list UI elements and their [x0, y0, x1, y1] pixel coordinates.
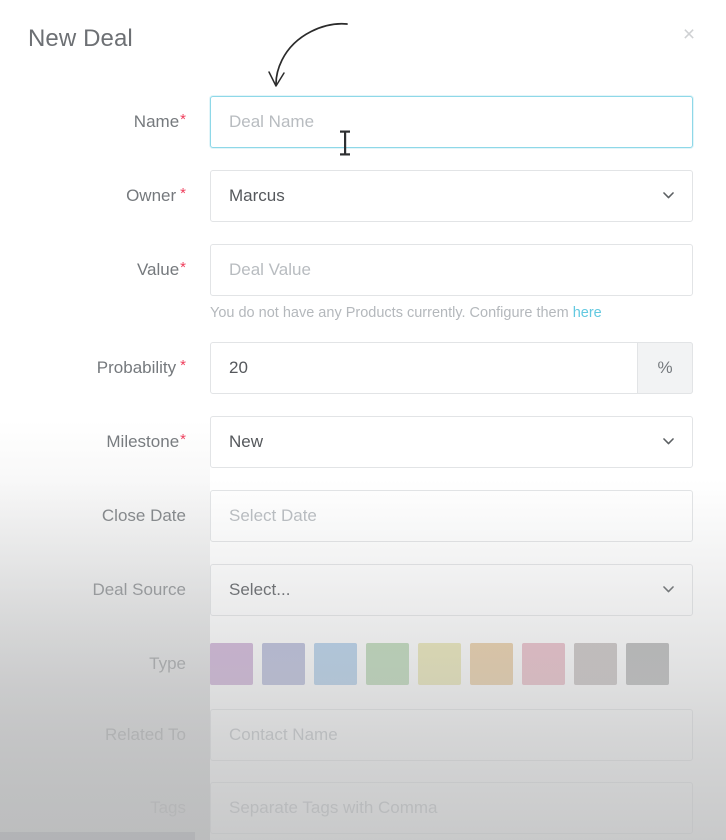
label-name: Name * — [0, 96, 186, 148]
label-value: Value * — [0, 244, 186, 296]
label-text-close_date: Close Date — [101, 506, 186, 525]
required-indicator-probability: * — [180, 356, 186, 374]
value-placeholder: Deal Value — [229, 260, 311, 279]
form-row-probability: Probability * 20% — [0, 342, 726, 394]
milestone-value: New — [229, 432, 264, 451]
page-title: New Deal — [28, 25, 133, 52]
probability-value: 20 — [229, 358, 248, 377]
label-owner: Owner * — [0, 170, 186, 222]
swatch-pink[interactable] — [522, 643, 565, 685]
related_to-input[interactable]: Contact Name — [210, 709, 693, 761]
swatch-purple[interactable] — [210, 643, 253, 685]
label-text-probability: Probability — [96, 358, 177, 377]
label-tags: Tags — [0, 782, 186, 834]
swatch-yellow[interactable] — [418, 643, 461, 685]
label-close_date: Close Date — [0, 490, 186, 542]
form-row-deal_source: Deal Source Select... — [0, 564, 726, 616]
required-indicator-milestone: * — [180, 430, 186, 448]
new-deal-modal: New Deal × Name * Deal Name Owner * Marcus Val… — [0, 0, 726, 840]
chevron-down-icon — [663, 192, 674, 199]
label-text-type: Type — [149, 654, 186, 673]
form-row-type: Type — [0, 638, 726, 690]
form-row-owner: Owner * Marcus — [0, 170, 726, 222]
swatch-gray[interactable] — [626, 643, 669, 685]
owner-select[interactable]: Marcus — [210, 170, 693, 222]
form-row-name: Name * Deal Name — [0, 96, 726, 148]
swatch-orange[interactable] — [470, 643, 513, 685]
form-row-tags: Tags Separate Tags with Comma — [0, 782, 726, 834]
products-helper-message: You do not have any Products currently. … — [210, 305, 573, 321]
label-text-related_to: Related To — [105, 725, 186, 744]
deal_source-select[interactable]: Select... — [210, 564, 693, 616]
label-text-value: Value — [136, 260, 180, 279]
form-row-related_to: Related To Contact Name — [0, 709, 726, 761]
modal-header: New Deal × — [0, 0, 726, 78]
swatch-green[interactable] — [366, 643, 409, 685]
products-helper-text: You do not have any Products currently. … — [210, 305, 710, 321]
swatch-warm-gray[interactable] — [574, 643, 617, 685]
label-text-owner: Owner — [126, 186, 177, 205]
configure-products-link[interactable]: here — [573, 305, 602, 321]
deal_source-value: Select... — [229, 580, 291, 599]
label-text-name: Name — [133, 112, 180, 131]
required-indicator-owner: * — [180, 184, 186, 202]
close_date-placeholder: Select Date — [229, 506, 317, 525]
form-row-close_date: Close Date Select Date — [0, 490, 726, 542]
related_to-placeholder: Contact Name — [229, 725, 338, 744]
required-indicator-name: * — [180, 110, 186, 128]
type-swatch-row — [210, 638, 669, 690]
label-text-tags: Tags — [150, 798, 186, 817]
label-deal_source: Deal Source — [0, 564, 186, 616]
label-text-deal_source: Deal Source — [92, 580, 186, 599]
owner-value: Marcus — [229, 186, 285, 205]
milestone-select[interactable]: New — [210, 416, 693, 468]
swatch-periwinkle[interactable] — [262, 643, 305, 685]
label-milestone: Milestone * — [0, 416, 186, 468]
label-related_to: Related To — [0, 709, 186, 761]
close_date-input[interactable]: Select Date — [210, 490, 693, 542]
required-indicator-value: * — [180, 258, 186, 276]
label-type: Type — [0, 638, 186, 690]
probability-input[interactable]: 20% — [210, 342, 693, 394]
name-placeholder: Deal Name — [229, 112, 315, 131]
close-icon[interactable]: × — [676, 22, 702, 48]
swatch-blue[interactable] — [314, 643, 357, 685]
form-row-value: Value * Deal Value — [0, 244, 726, 296]
chevron-down-icon — [663, 438, 674, 445]
tags-input[interactable]: Separate Tags with Comma — [210, 782, 693, 834]
label-text-milestone: Milestone — [106, 432, 180, 451]
name-input[interactable]: Deal Name — [210, 96, 693, 148]
probability-percent-suffix: % — [637, 342, 693, 394]
label-probability: Probability * — [0, 342, 186, 394]
form-row-milestone: Milestone * New — [0, 416, 726, 468]
value-input[interactable]: Deal Value — [210, 244, 693, 296]
tags-placeholder: Separate Tags with Comma — [229, 798, 438, 817]
bottom-left-fade-overlay — [0, 420, 210, 840]
chevron-down-icon — [663, 586, 674, 593]
